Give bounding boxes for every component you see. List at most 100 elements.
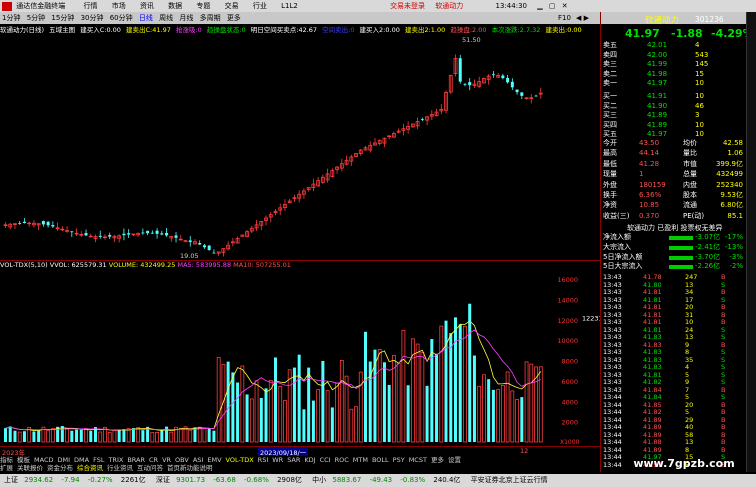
tab-tabs_row1-0[interactable]: 指标 (0, 456, 13, 464)
tab-tabs_row2-0[interactable]: 扩展 (0, 464, 13, 472)
tab-tabs_row1-5[interactable]: FSL (93, 456, 104, 464)
tab-tabs_row1-13[interactable]: VOL-TDX (226, 456, 254, 464)
self-select-button[interactable]: ◀ ▶ (574, 12, 591, 24)
candle (13, 223, 17, 225)
tab-tabs_row1-9[interactable]: VR (162, 456, 171, 464)
volume-bar (458, 324, 462, 442)
volume-bar (188, 429, 193, 443)
tab-tabs_row1-2[interactable]: MACD (34, 456, 53, 464)
tab-tabs_row1-19[interactable]: ROC (335, 456, 349, 464)
f10-button[interactable]: F10 (556, 12, 573, 24)
tab-tabs_row1-11[interactable]: ASI (193, 456, 204, 464)
stat-label: 现量 (603, 170, 617, 179)
tab-tabs_row1-25[interactable]: 设置 (448, 456, 461, 464)
ask-row[interactable]: 卖一 41.97 10 (603, 79, 743, 88)
menu-item-quotes[interactable]: 行情 (83, 0, 97, 12)
volume-bar (236, 382, 240, 442)
level-volume: 10 (695, 79, 704, 88)
tab-tabs_row1-18[interactable]: CCI (320, 456, 331, 464)
fund-value: -2.26亿 (695, 262, 721, 271)
chart-mode[interactable]: 五域主图 (49, 26, 75, 34)
trade-login-link[interactable]: 交易未登录 (390, 0, 425, 12)
close-icon[interactable]: ✕ (562, 0, 568, 12)
level-volume: 10 (695, 120, 704, 129)
level-label: 卖四 (603, 50, 617, 59)
tab-tabs_row2-1[interactable]: 关联报价 (17, 464, 43, 472)
tab-tabs_row2-6[interactable]: 首页新功能说明 (167, 464, 213, 472)
tab-tabs_row1-8[interactable]: CR (149, 456, 158, 464)
tab-tabs_row1-3[interactable]: DMI (57, 456, 70, 464)
tf-day[interactable]: 日线 (137, 12, 155, 24)
tab-tabs_row1-17[interactable]: KDJ (304, 456, 315, 464)
sh-index-label[interactable]: 上证 (4, 474, 18, 487)
volume-chart[interactable]: 16000 14000 12000 10000 8000 6000 4000 2000 1223… (0, 270, 600, 446)
zx-index-label[interactable]: 中小 (312, 474, 326, 487)
tab-tabs_row1-6[interactable]: TRIX (108, 456, 123, 464)
bid-row[interactable]: 买一 41.91 10 (603, 92, 743, 101)
tf-more[interactable]: 更多 (225, 12, 243, 24)
tf-1min[interactable]: 1分钟 (0, 12, 22, 24)
menu-item-market[interactable]: 市场 (112, 0, 126, 12)
fund-label: 净流入额 (603, 233, 631, 241)
volume-bar (216, 356, 221, 443)
menu-item-industry[interactable]: 行业 (253, 0, 267, 12)
tab-tabs_row1-16[interactable]: SAR (287, 456, 300, 464)
bid-row[interactable]: 买二 41.90 46 (603, 102, 743, 111)
tab-tabs_row1-10[interactable]: OBV (175, 456, 189, 464)
tab-tabs_row2-2[interactable]: 资金分布 (47, 464, 73, 472)
candlestick-chart[interactable]: 51.5019.0550.0047.5045.0042.5040.0037.50… (0, 34, 600, 260)
volume-bar (302, 409, 306, 442)
menu-item-data[interactable]: 数据 (168, 0, 182, 12)
zx-index-change: -49.43 (369, 476, 393, 484)
tf-5min[interactable]: 5分钟 (25, 12, 47, 24)
bid-row[interactable]: 买四 41.89 10 (603, 121, 743, 130)
level-label: 卖二 (603, 69, 617, 78)
volume-bar (482, 374, 486, 443)
menu-item-l1l2[interactable]: L1L2 (281, 0, 298, 12)
minimize-icon[interactable]: ▁ (537, 0, 542, 12)
tab-tabs_row2-4[interactable]: 行业资讯 (107, 464, 133, 472)
volume-bar (245, 394, 249, 442)
tab-tabs_row1-1[interactable]: 模板 (17, 456, 30, 464)
ask-row[interactable]: 卖五 42.01 4 (603, 41, 743, 50)
tf-60min[interactable]: 60分钟 (108, 12, 135, 24)
tab-tabs_row1-14[interactable]: RSI (258, 456, 269, 464)
maximize-icon[interactable]: ▢ (549, 0, 556, 12)
tf-15min[interactable]: 15分钟 (49, 12, 76, 24)
menu-item-news[interactable]: 资讯 (140, 0, 154, 12)
candle (22, 221, 26, 224)
tf-week[interactable]: 周线 (157, 12, 175, 24)
tf-month[interactable]: 月线 (177, 12, 195, 24)
indicator-change: 本次涨跌:2.7.32 (491, 26, 541, 34)
candle (141, 232, 145, 234)
volume-bar (435, 353, 439, 442)
ask-row[interactable]: 卖四 42.00 543 (603, 51, 743, 60)
tick-list[interactable]: 13:43 41.78 247 B 13:43 41.80 13 S 13:43 41.81 34 B… (601, 274, 747, 470)
candle (515, 89, 519, 93)
right-sidebar[interactable] (746, 12, 756, 472)
tab-tabs_row1-22[interactable]: PSY (393, 456, 405, 464)
tab-tabs_row1-7[interactable]: BRAR (127, 456, 145, 464)
menu-item-trade[interactable]: 交易 (225, 0, 239, 12)
tab-tabs_row1-12[interactable]: EMV (207, 456, 221, 464)
tab-tabs_row1-23[interactable]: MCST (409, 456, 427, 464)
volume-bar (249, 398, 254, 443)
tab-tabs_row1-20[interactable]: MTM (353, 456, 368, 464)
ask-row[interactable]: 卖二 41.98 15 (603, 70, 743, 79)
ask-row[interactable]: 卖三 41.99 145 (603, 60, 743, 69)
bid-row[interactable]: 买三 41.89 3 (603, 111, 743, 120)
candle (202, 245, 206, 248)
sz-index-label[interactable]: 深证 (156, 474, 170, 487)
tab-tabs_row1-21[interactable]: BOLL (372, 456, 389, 464)
sh-index-value: 2934.62 (24, 476, 54, 484)
volume-indicator-name[interactable]: VOL-TDX(5,10) (0, 261, 48, 269)
tab-tabs_row1-15[interactable]: WR (272, 456, 283, 464)
tab-tabs_row2-3[interactable]: 综合资讯 (77, 464, 103, 472)
tab-tabs_row1-24[interactable]: 更多 (431, 456, 444, 464)
tf-multi[interactable]: 多周期 (198, 12, 223, 24)
tab-tabs_row1-4[interactable]: DMA (74, 456, 89, 464)
volume-bar (131, 428, 135, 442)
tf-30min[interactable]: 30分钟 (79, 12, 106, 24)
tab-tabs_row2-5[interactable]: 互动问答 (137, 464, 163, 472)
menu-item-topics[interactable]: 专题 (196, 0, 210, 12)
